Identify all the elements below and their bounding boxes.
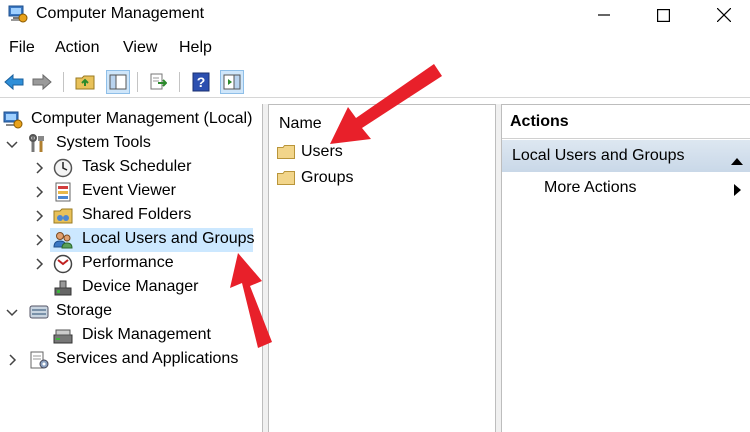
- annotation-arrows: [230, 64, 442, 348]
- red-arrow-to-users: [330, 64, 442, 144]
- red-arrow-to-local-users: [230, 253, 272, 348]
